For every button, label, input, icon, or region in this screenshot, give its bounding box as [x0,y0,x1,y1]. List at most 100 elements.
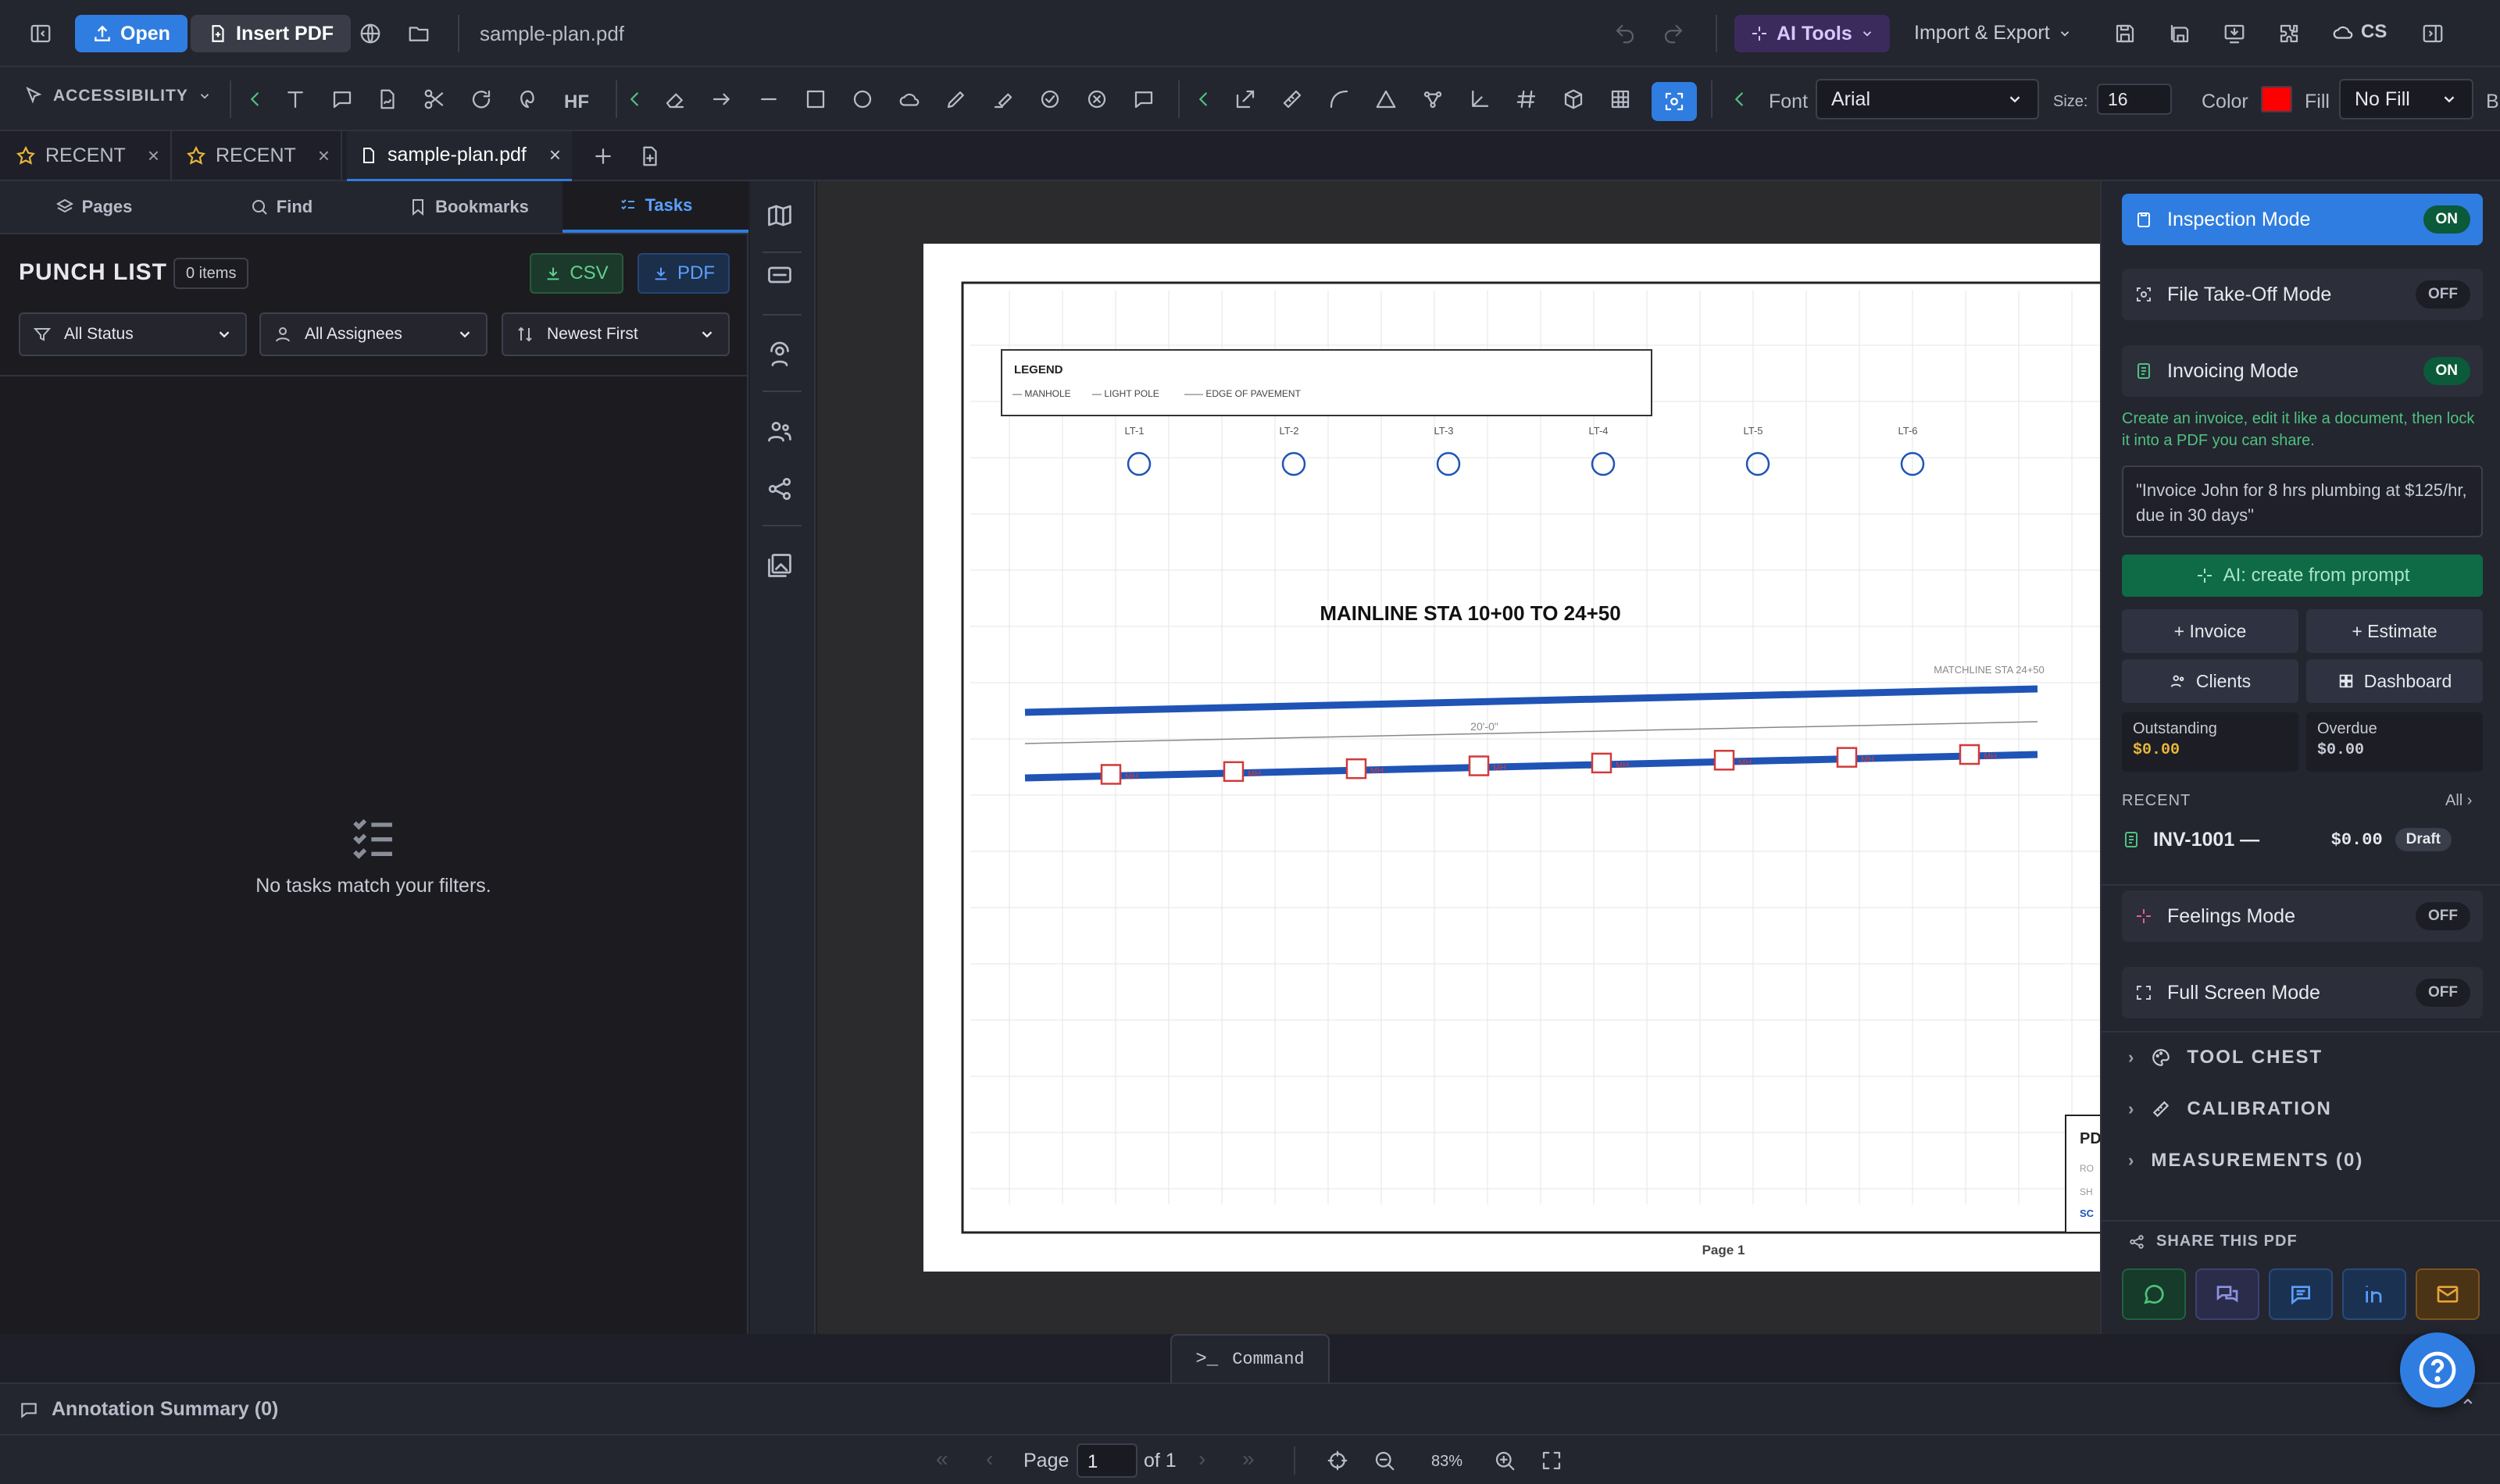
line-tool-icon[interactable] [753,84,784,115]
tab-pages[interactable]: Pages [0,181,188,233]
assignee-filter[interactable]: All Assignees [259,312,488,356]
text-tool-icon[interactable] [280,84,311,115]
previous-page-icon[interactable]: ‹ [986,1447,993,1472]
new-tab-icon[interactable] [588,141,619,172]
location-user-icon[interactable] [766,341,800,375]
ticket-icon[interactable] [766,261,800,295]
view-all-link[interactable]: All › [2445,792,2472,810]
annotation-summary[interactable]: Annotation Summary (0) [19,1398,278,1421]
document-canvas[interactable]: LEGEND — MANHOLE — LIGHT POLE —— EDGE OF… [817,181,2100,1334]
dashboard-button[interactable]: Dashboard [2306,659,2483,703]
new-invoice-button[interactable]: + Invoice [2122,609,2298,653]
rotate-icon[interactable] [466,84,497,115]
x-mark-icon[interactable] [1081,84,1112,115]
font-select[interactable]: Arial [1816,79,2039,120]
size-input[interactable]: 16 [2097,84,2172,115]
share-email-button[interactable] [2416,1268,2480,1320]
fit-page-icon[interactable] [1322,1445,1353,1476]
share-linkedin-button[interactable] [2342,1268,2406,1320]
tab-recent-1[interactable]: RECENT × [16,131,172,180]
collapse-left-icon[interactable] [1188,84,1219,115]
share-message-button[interactable] [2269,1268,2333,1320]
table-icon[interactable] [1605,84,1636,115]
triangle-tool-icon[interactable] [1370,84,1402,115]
cloud-account[interactable]: CS [2331,20,2387,44]
cloud-tool-icon[interactable] [894,84,925,115]
tab-sample-plan[interactable]: sample-plan.pdf × [347,131,572,181]
inspection-mode-toggle[interactable]: Inspection Mode ON [2122,194,2483,245]
toggle-right-panel-icon[interactable] [2417,18,2448,49]
collapse-left-icon[interactable] [1723,84,1755,115]
close-tab-icon[interactable]: × [148,144,159,168]
cube-icon[interactable] [1558,84,1589,115]
highlighter-tool-icon[interactable] [988,84,1019,115]
header-footer-button[interactable]: HF [564,91,589,113]
export-pdf-button[interactable]: PDF [638,253,730,294]
fullscreen-icon[interactable] [1536,1445,1567,1476]
pencil-tool-icon[interactable] [941,84,972,115]
share-whatsapp-button[interactable] [2122,1268,2186,1320]
save-as-icon[interactable] [2164,18,2195,49]
import-export-menu[interactable]: Import & Export [1914,22,2072,45]
feelings-mode-toggle[interactable]: Feelings Mode OFF [2122,890,2483,942]
takeoff-mode-toggle[interactable]: File Take-Off Mode OFF [2122,269,2483,320]
callout-tool-icon[interactable] [1128,84,1159,115]
tab-tasks[interactable]: Tasks [562,181,748,233]
polygon-nodes-icon[interactable] [1417,84,1448,115]
folder-icon[interactable] [403,18,434,49]
export-screen-icon[interactable] [2219,18,2250,49]
rectangle-tool-icon[interactable] [800,84,831,115]
map-icon[interactable] [766,202,800,236]
comment-tool-icon[interactable] [327,84,358,115]
first-page-icon[interactable]: « [936,1447,948,1472]
zoom-out-icon[interactable] [1369,1445,1400,1476]
tool-chest-section[interactable]: › TOOL CHEST [2128,1042,2323,1073]
close-tab-icon[interactable]: × [549,143,561,167]
new-document-icon[interactable] [634,141,666,172]
check-mark-icon[interactable] [1034,84,1066,115]
axis-tool-icon[interactable] [1464,84,1495,115]
globe-icon[interactable] [355,18,386,49]
insert-pdf-button[interactable]: Insert PDF [191,15,352,52]
status-filter[interactable]: All Status [19,312,247,356]
collapse-left-icon[interactable] [619,84,650,115]
sort-select[interactable]: Newest First [502,312,730,356]
page-number-input[interactable]: 1 [1077,1443,1138,1478]
tab-bookmarks[interactable]: Bookmarks [375,181,562,233]
measurements-section[interactable]: › MEASUREMENTS (0) [2128,1145,2363,1176]
tab-recent-2[interactable]: RECENT × [186,131,342,180]
chevron-up-icon[interactable]: ⌃ [2459,1395,2477,1419]
recent-invoice-row[interactable]: INV-1001 — $0.00 Draft [2122,820,2483,859]
ai-prompt-input[interactable]: "Invoice John for 8 hrs plumbing at $125… [2122,466,2483,537]
arc-tool-icon[interactable] [1323,84,1355,115]
hash-grid-icon[interactable] [1511,84,1542,115]
command-button[interactable]: >_ Command [1170,1334,1330,1382]
next-page-icon[interactable]: › [1198,1447,1205,1472]
undo-icon[interactable] [1609,18,1641,49]
edit-box-icon[interactable] [1230,84,1261,115]
accessibility-menu[interactable]: ACCESSIBILITY [23,86,212,106]
new-estimate-button[interactable]: + Estimate [2306,609,2483,653]
open-button[interactable]: Open [75,15,188,52]
close-tab-icon[interactable]: × [318,144,330,168]
stamp-tool-icon[interactable] [512,84,544,115]
ai-create-button[interactable]: AI: create from prompt [2122,555,2483,597]
signature-file-icon[interactable] [372,84,403,115]
arrow-tool-icon[interactable] [706,84,738,115]
redo-icon[interactable] [1658,18,1689,49]
plugins-icon[interactable] [2273,18,2305,49]
toggle-sidebar-icon[interactable] [25,18,56,49]
fill-select[interactable]: No Fill [2339,79,2473,120]
invoicing-mode-toggle[interactable]: Invoicing Mode ON [2122,345,2483,397]
gallery-icon[interactable] [766,551,800,586]
help-button[interactable] [2400,1332,2475,1407]
circle-tool-icon[interactable] [847,84,878,115]
share-chat-button[interactable] [2195,1268,2259,1320]
users-icon[interactable] [766,417,800,451]
export-csv-button[interactable]: CSV [530,253,623,294]
color-swatch[interactable] [2261,86,2292,112]
last-page-icon[interactable]: » [1242,1447,1255,1472]
scan-select-icon[interactable] [1652,82,1697,121]
eraser-icon[interactable] [659,84,691,115]
save-icon[interactable] [2109,18,2141,49]
